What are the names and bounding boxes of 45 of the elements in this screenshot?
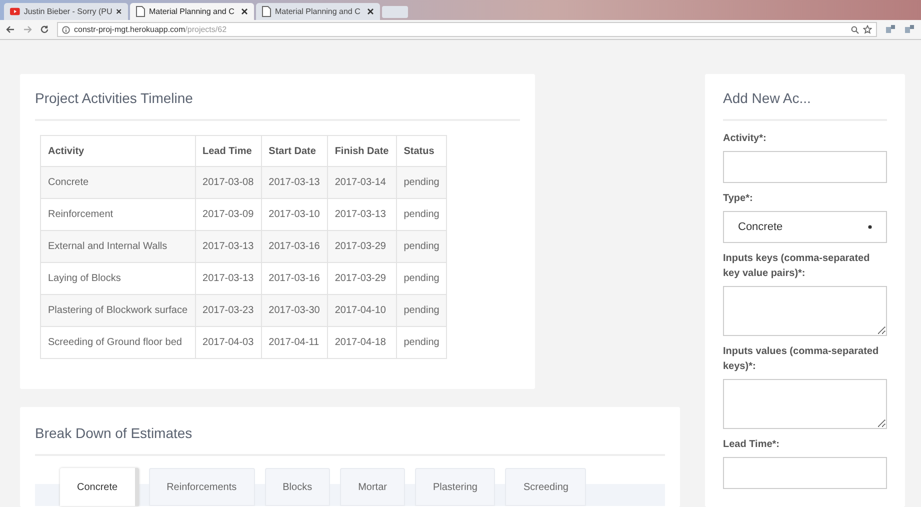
video-icon	[10, 7, 20, 16]
card-title: Break Down of Estimates	[35, 423, 665, 456]
estimate-tab[interactable]: Concrete	[60, 468, 139, 506]
table-cell: pending	[396, 326, 447, 358]
field-label: Activity*:	[723, 132, 768, 146]
extension-icon[interactable]	[904, 24, 915, 35]
browser-tab[interactable]: Material Planning and C	[130, 3, 254, 20]
input-field[interactable]	[723, 151, 887, 183]
card-title: Add New Ac...	[723, 88, 887, 121]
close-icon[interactable]	[116, 8, 122, 15]
card-title: Project Activities Timeline	[35, 88, 520, 121]
forward-arrow-icon[interactable]	[23, 25, 32, 34]
zoom-icon[interactable]	[851, 26, 859, 34]
close-icon[interactable]	[241, 8, 248, 15]
field-label: Lead Time*:	[723, 438, 780, 452]
info-icon	[62, 26, 70, 34]
input-field[interactable]	[723, 457, 887, 489]
url-text: constr-proj-mgt.herokuapp.com/projects/62	[74, 24, 227, 36]
column-header: Activity	[40, 136, 196, 166]
estimate-tab[interactable]: Mortar	[340, 468, 405, 506]
table-cell: 2017-04-03	[195, 326, 262, 358]
estimate-tab[interactable]: Plastering	[414, 468, 496, 506]
address-field[interactable]: constr-proj-mgt.herokuapp.com/projects/62	[57, 22, 877, 37]
estimate-tab[interactable]: Blocks	[264, 468, 330, 506]
field-label: Inputs keys (comma-separated key value pairs)*:	[723, 252, 871, 281]
extension-icon[interactable]	[885, 24, 896, 35]
reload-icon[interactable]	[40, 25, 49, 34]
tab-title: Material Planning and C	[149, 6, 236, 18]
page-icon	[262, 6, 271, 17]
table-cell: 2017-04-18	[327, 326, 396, 358]
table-cell: Screeding of Ground floor bed	[40, 326, 196, 358]
browser-tab[interactable]: Material Planning and C	[256, 3, 380, 20]
type-select[interactable]: Concrete	[723, 211, 887, 243]
estimate-tab[interactable]: Screeding	[505, 468, 586, 506]
table-cell: 2017-04-11	[261, 326, 328, 358]
page-icon	[136, 6, 145, 17]
field-label: Type*:	[723, 192, 754, 206]
field-label: Inputs values (comma-separated keys)*:	[723, 345, 880, 374]
browser-tab[interactable]: Justin Bieber - Sorry (PU	[4, 3, 128, 20]
back-arrow-icon[interactable]	[6, 25, 15, 34]
tab-title: Justin Bieber - Sorry (PU	[24, 6, 112, 18]
estimate-tab[interactable]: Reinforcements	[148, 468, 255, 506]
close-icon[interactable]	[367, 8, 374, 15]
tab-title: Material Planning and C	[275, 6, 362, 18]
star-icon[interactable]	[863, 25, 872, 34]
